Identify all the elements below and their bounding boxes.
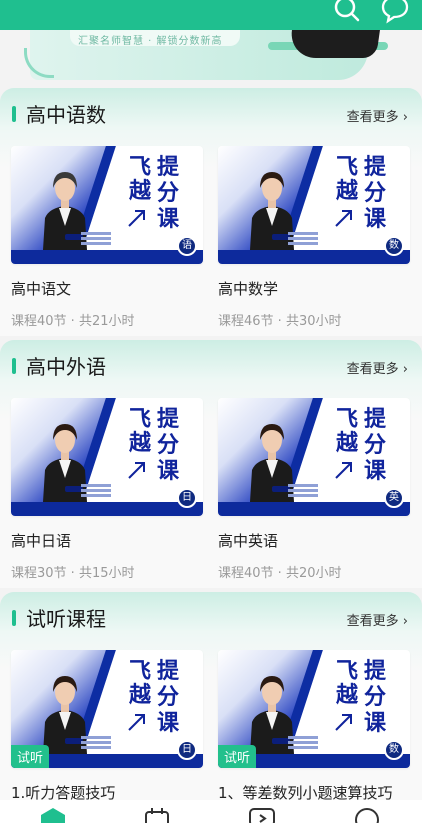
poster-char: 课 [157, 711, 180, 736]
poster-fineprint [288, 736, 318, 739]
arrow-icon [128, 714, 145, 731]
poster-char: 越 [129, 179, 152, 204]
poster-footer [11, 502, 203, 516]
course-section: 高中语数 查看更多 › 飞越提分课语高中语文 课程40节 · 共21小时飞越提分课数高… [0, 88, 422, 336]
subject-badge: 数 [384, 236, 404, 256]
poster-char: 课 [364, 207, 387, 232]
poster-char: 分 [157, 433, 180, 458]
subject-badge: 英 [384, 488, 404, 508]
course-title[interactable]: 高中日语 [11, 530, 71, 551]
course-thumbnail[interactable]: 飞越提分课日 [11, 398, 203, 516]
course-meta: 课程40节 · 共21小时 [11, 314, 135, 329]
subject-badge: 日 [177, 488, 197, 508]
poster-footer [11, 250, 203, 264]
poster-fineprint [288, 232, 318, 235]
section-header: 试听课程 查看更多 › [0, 592, 422, 642]
trial-tag: 试听 [218, 745, 257, 768]
poster-fineprint [81, 232, 111, 235]
course-thumbnail[interactable]: 飞越提分课语 [11, 146, 203, 264]
home-icon[interactable] [38, 806, 68, 823]
section-header: 高中语数 查看更多 › [0, 88, 422, 138]
search-icon[interactable] [332, 0, 362, 24]
arrow-icon [128, 462, 145, 479]
poster-char: 越 [336, 683, 359, 708]
poster-fineprint [288, 484, 318, 487]
course-title[interactable]: 高中语文 [11, 278, 71, 299]
section-title: 高中语数 [26, 103, 106, 127]
course-meta: 课程46节 · 共30小时 [218, 314, 342, 329]
subject-badge: 数 [384, 740, 404, 760]
poster-char: 分 [364, 181, 387, 206]
course-thumbnail[interactable]: 飞越提分课数 [218, 146, 410, 264]
bottom-navigation [0, 800, 422, 823]
calendar-icon[interactable] [142, 806, 172, 823]
poster-char: 越 [336, 431, 359, 456]
poster-fineprint [81, 736, 111, 739]
chat-icon[interactable] [380, 0, 410, 24]
poster-char: 越 [336, 179, 359, 204]
arrow-icon [335, 210, 352, 227]
section-header: 高中外语 查看更多 › [0, 340, 422, 390]
course-thumbnail[interactable]: 飞越提分课数 试听 [218, 650, 410, 768]
trial-tag: 试听 [11, 745, 50, 768]
poster-char: 提 [364, 659, 387, 684]
poster-char: 分 [157, 685, 180, 710]
arrow-icon [335, 714, 352, 731]
view-more-link[interactable]: 查看更多 › [347, 358, 408, 377]
course-thumbnail[interactable]: 飞越提分课日 试听 [11, 650, 203, 768]
poster-char: 提 [157, 659, 180, 684]
section-title: 试听课程 [26, 607, 106, 631]
arrow-icon [335, 462, 352, 479]
view-more-link[interactable]: 查看更多 › [347, 106, 408, 125]
poster-char: 分 [364, 433, 387, 458]
poster-char: 分 [364, 685, 387, 710]
poster-char: 课 [157, 207, 180, 232]
poster-char: 课 [364, 459, 387, 484]
poster-char: 提 [157, 155, 180, 180]
course-title[interactable]: 高中英语 [218, 530, 278, 551]
course-meta: 课程30节 · 共15小时 [11, 566, 135, 581]
poster-char: 课 [364, 711, 387, 736]
poster-char: 飞 [129, 155, 152, 180]
subject-badge: 日 [177, 740, 197, 760]
poster-fineprint [81, 484, 111, 487]
poster-char: 提 [364, 155, 387, 180]
top-header [0, 0, 422, 30]
poster-char: 越 [129, 431, 152, 456]
course-thumbnail[interactable]: 飞越提分课英 [218, 398, 410, 516]
poster-char: 课 [157, 459, 180, 484]
section-accent-bar [12, 610, 16, 626]
poster-char: 飞 [129, 659, 152, 684]
course-section: 高中外语 查看更多 › 飞越提分课日高中日语 课程30节 · 共15小时飞越提分课英高… [0, 340, 422, 588]
arrow-icon [128, 210, 145, 227]
poster-char: 飞 [129, 407, 152, 432]
banner-slogan: 汇聚名师智慧 · 解锁分数新高 [78, 36, 223, 47]
course-title[interactable]: 高中数学 [218, 278, 278, 299]
section-accent-bar [12, 106, 16, 122]
course-meta: 课程40节 · 共20小时 [218, 566, 342, 581]
banner-swoosh [24, 48, 54, 78]
poster-footer [218, 502, 410, 516]
poster-char: 提 [364, 407, 387, 432]
poster-char: 飞 [336, 155, 359, 180]
banner-graphic [288, 30, 380, 58]
poster-char: 越 [129, 683, 152, 708]
play-icon[interactable] [247, 806, 277, 823]
view-more-link[interactable]: 查看更多 › [347, 610, 408, 629]
section-title: 高中外语 [26, 355, 106, 379]
subject-badge: 语 [177, 236, 197, 256]
course-section: 试听课程 查看更多 › 飞越提分课日试听 1.听力答题技巧飞越提分课数试听 1、等差数列… [0, 592, 422, 823]
poster-footer [218, 250, 410, 264]
poster-char: 提 [157, 407, 180, 432]
poster-char: 飞 [336, 659, 359, 684]
promo-banner[interactable]: 汇聚名师智慧 · 解锁分数新高 [0, 30, 422, 88]
poster-char: 分 [157, 181, 180, 206]
section-accent-bar [12, 358, 16, 374]
profile-icon[interactable] [352, 806, 382, 823]
poster-char: 飞 [336, 407, 359, 432]
